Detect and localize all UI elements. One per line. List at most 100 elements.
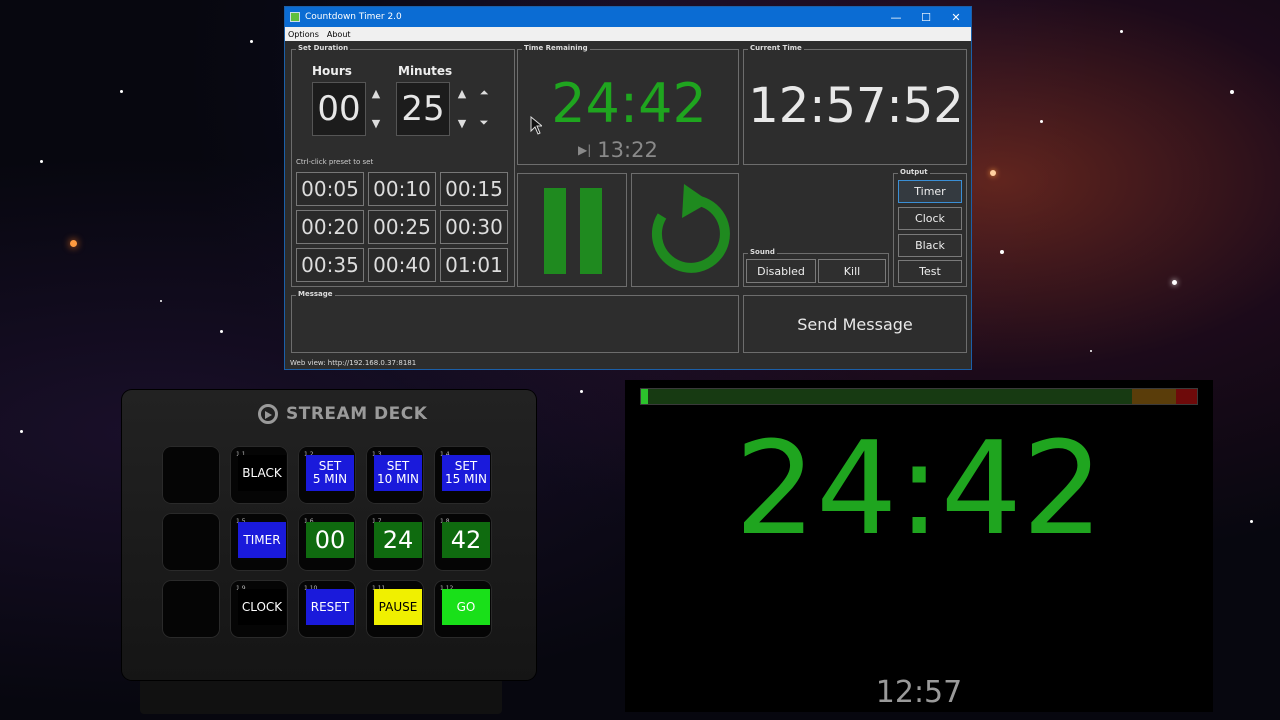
minimize-button[interactable]: —: [881, 7, 911, 27]
current-time-value: 12:57:52: [748, 78, 964, 134]
send-message-button[interactable]: Send Message: [743, 295, 967, 353]
star: [1230, 90, 1234, 94]
current-time-group: Current Time 12:57:52: [743, 44, 967, 165]
output-timer-button[interactable]: Timer: [898, 180, 962, 203]
minutes-input[interactable]: 25: [396, 82, 450, 136]
sound-disabled-button[interactable]: Disabled: [746, 259, 816, 283]
set-duration-label: Set Duration: [296, 44, 351, 52]
maximize-button[interactable]: ☐: [911, 7, 941, 27]
hours-label: Hours: [312, 64, 352, 78]
time-remaining-value: 24:42: [551, 72, 707, 135]
preset-button[interactable]: 00:25: [368, 210, 436, 244]
hours-up-arrow-icon[interactable]: ▲: [368, 86, 384, 100]
stream-deck-key-label: CLOCK: [238, 589, 286, 625]
stream-deck-key[interactable]: 1.1BLACK: [230, 446, 288, 504]
sound-group: Sound Disabled Kill: [743, 248, 889, 287]
sound-kill-button[interactable]: Kill: [818, 259, 886, 283]
stream-deck-key-label: PAUSE: [374, 589, 422, 625]
preset-button[interactable]: 00:10: [368, 172, 436, 206]
hours-down-arrow-icon[interactable]: ▼: [368, 116, 384, 130]
progress-elapsed: [641, 389, 649, 404]
minutes-down-arrow-icon[interactable]: ▼: [454, 116, 470, 130]
pause-button[interactable]: [517, 173, 627, 287]
reset-button[interactable]: [631, 173, 739, 287]
preset-button[interactable]: 00:15: [440, 172, 508, 206]
web-view-status: Web view: http://192.168.0.37:8181: [290, 359, 417, 367]
preset-button[interactable]: 00:20: [296, 210, 364, 244]
star: [250, 40, 253, 43]
window-title: Countdown Timer 2.0: [305, 12, 402, 22]
message-group[interactable]: Message: [291, 290, 739, 353]
current-time-label: Current Time: [748, 44, 804, 52]
app-icon: [290, 12, 300, 22]
star: [1172, 280, 1177, 285]
hours-input[interactable]: 00: [312, 82, 366, 136]
display-timer: 24:42: [734, 415, 1104, 564]
time-remaining-group: Time Remaining 24:42 ▶| 13:22: [517, 44, 739, 165]
stream-deck-key[interactable]: 1.9CLOCK: [230, 580, 288, 638]
output-black-button[interactable]: Black: [898, 234, 962, 257]
time-remaining-label: Time Remaining: [522, 44, 590, 52]
star: [580, 390, 583, 393]
star: [1250, 520, 1253, 523]
title-bar[interactable]: Countdown Timer 2.0 — ☐ ✕: [285, 7, 971, 27]
preset-button[interactable]: 00:05: [296, 172, 364, 206]
progress-red-zone: [1176, 389, 1197, 404]
sound-label: Sound: [748, 248, 777, 256]
preset-button[interactable]: 00:30: [440, 210, 508, 244]
star: [120, 90, 123, 93]
progress-bar: [640, 388, 1198, 405]
stream-deck-key-label: SET 10 MIN: [374, 455, 422, 491]
stream-deck-key-label: BLACK: [238, 455, 286, 491]
preset-hint: Ctrl-click preset to set: [296, 158, 374, 166]
star: [1120, 30, 1123, 33]
stream-deck-key[interactable]: [162, 446, 220, 504]
star: [1040, 120, 1043, 123]
display-clock: 12:57: [875, 675, 963, 710]
star: [1000, 250, 1004, 254]
star: [990, 170, 996, 176]
countdown-timer-window: Countdown Timer 2.0 — ☐ ✕ Options About …: [284, 6, 972, 370]
stream-deck-key[interactable]: 1.724: [366, 513, 424, 571]
stream-deck-key[interactable]: [162, 580, 220, 638]
output-group: Output Timer Clock Black Test: [893, 168, 967, 287]
stream-deck-base: [140, 678, 502, 714]
star: [40, 160, 43, 163]
stream-deck-key[interactable]: 1.600: [298, 513, 356, 571]
minutes-fast-down-icon[interactable]: ⏷: [476, 116, 492, 130]
stream-deck-key[interactable]: 1.3SET10 MIN: [366, 446, 424, 504]
stream-deck-key[interactable]: [162, 513, 220, 571]
stream-deck-key-label: TIMER: [238, 522, 286, 558]
stream-deck-key-label: 00: [306, 522, 354, 558]
menu-about[interactable]: About: [327, 30, 351, 39]
close-button[interactable]: ✕: [941, 7, 971, 27]
preset-button[interactable]: 00:40: [368, 248, 436, 282]
output-test-button[interactable]: Test: [898, 260, 962, 283]
stream-deck-key[interactable]: 1.12GO: [434, 580, 492, 638]
message-label: Message: [296, 290, 335, 298]
stream-deck-key[interactable]: 1.4SET15 MIN: [434, 446, 492, 504]
stream-deck-key[interactable]: 1.842: [434, 513, 492, 571]
star: [1090, 350, 1092, 352]
star: [20, 430, 23, 433]
preset-button[interactable]: 01:01: [440, 248, 508, 282]
stream-deck-key[interactable]: 1.2SET5 MIN: [298, 446, 356, 504]
stream-deck-key-label: RESET: [306, 589, 354, 625]
output-label: Output: [898, 168, 930, 176]
output-clock-button[interactable]: Clock: [898, 207, 962, 230]
stream-deck-key-label: SET 5 MIN: [306, 455, 354, 491]
preset-button[interactable]: 00:35: [296, 248, 364, 282]
stream-deck-key-label: 24: [374, 522, 422, 558]
stream-deck-key[interactable]: 1.5TIMER: [230, 513, 288, 571]
stream-deck-logo: STREAM DECK: [258, 404, 427, 424]
menu-options[interactable]: Options: [288, 30, 319, 39]
stream-deck-key[interactable]: 1.11PAUSE: [366, 580, 424, 638]
mouse-cursor-icon: [530, 116, 542, 135]
star: [160, 300, 162, 302]
minutes-up-arrow-icon[interactable]: ▲: [454, 86, 470, 100]
main-content: Set Duration Hours Minutes 00 ▲ ▼ 25 ▲ ▼…: [285, 41, 971, 369]
reset-icon: [651, 184, 730, 273]
minutes-fast-up-icon[interactable]: ⏶: [476, 86, 492, 100]
progress-amber-zone: [1132, 389, 1176, 404]
stream-deck-key[interactable]: 1.10RESET: [298, 580, 356, 638]
